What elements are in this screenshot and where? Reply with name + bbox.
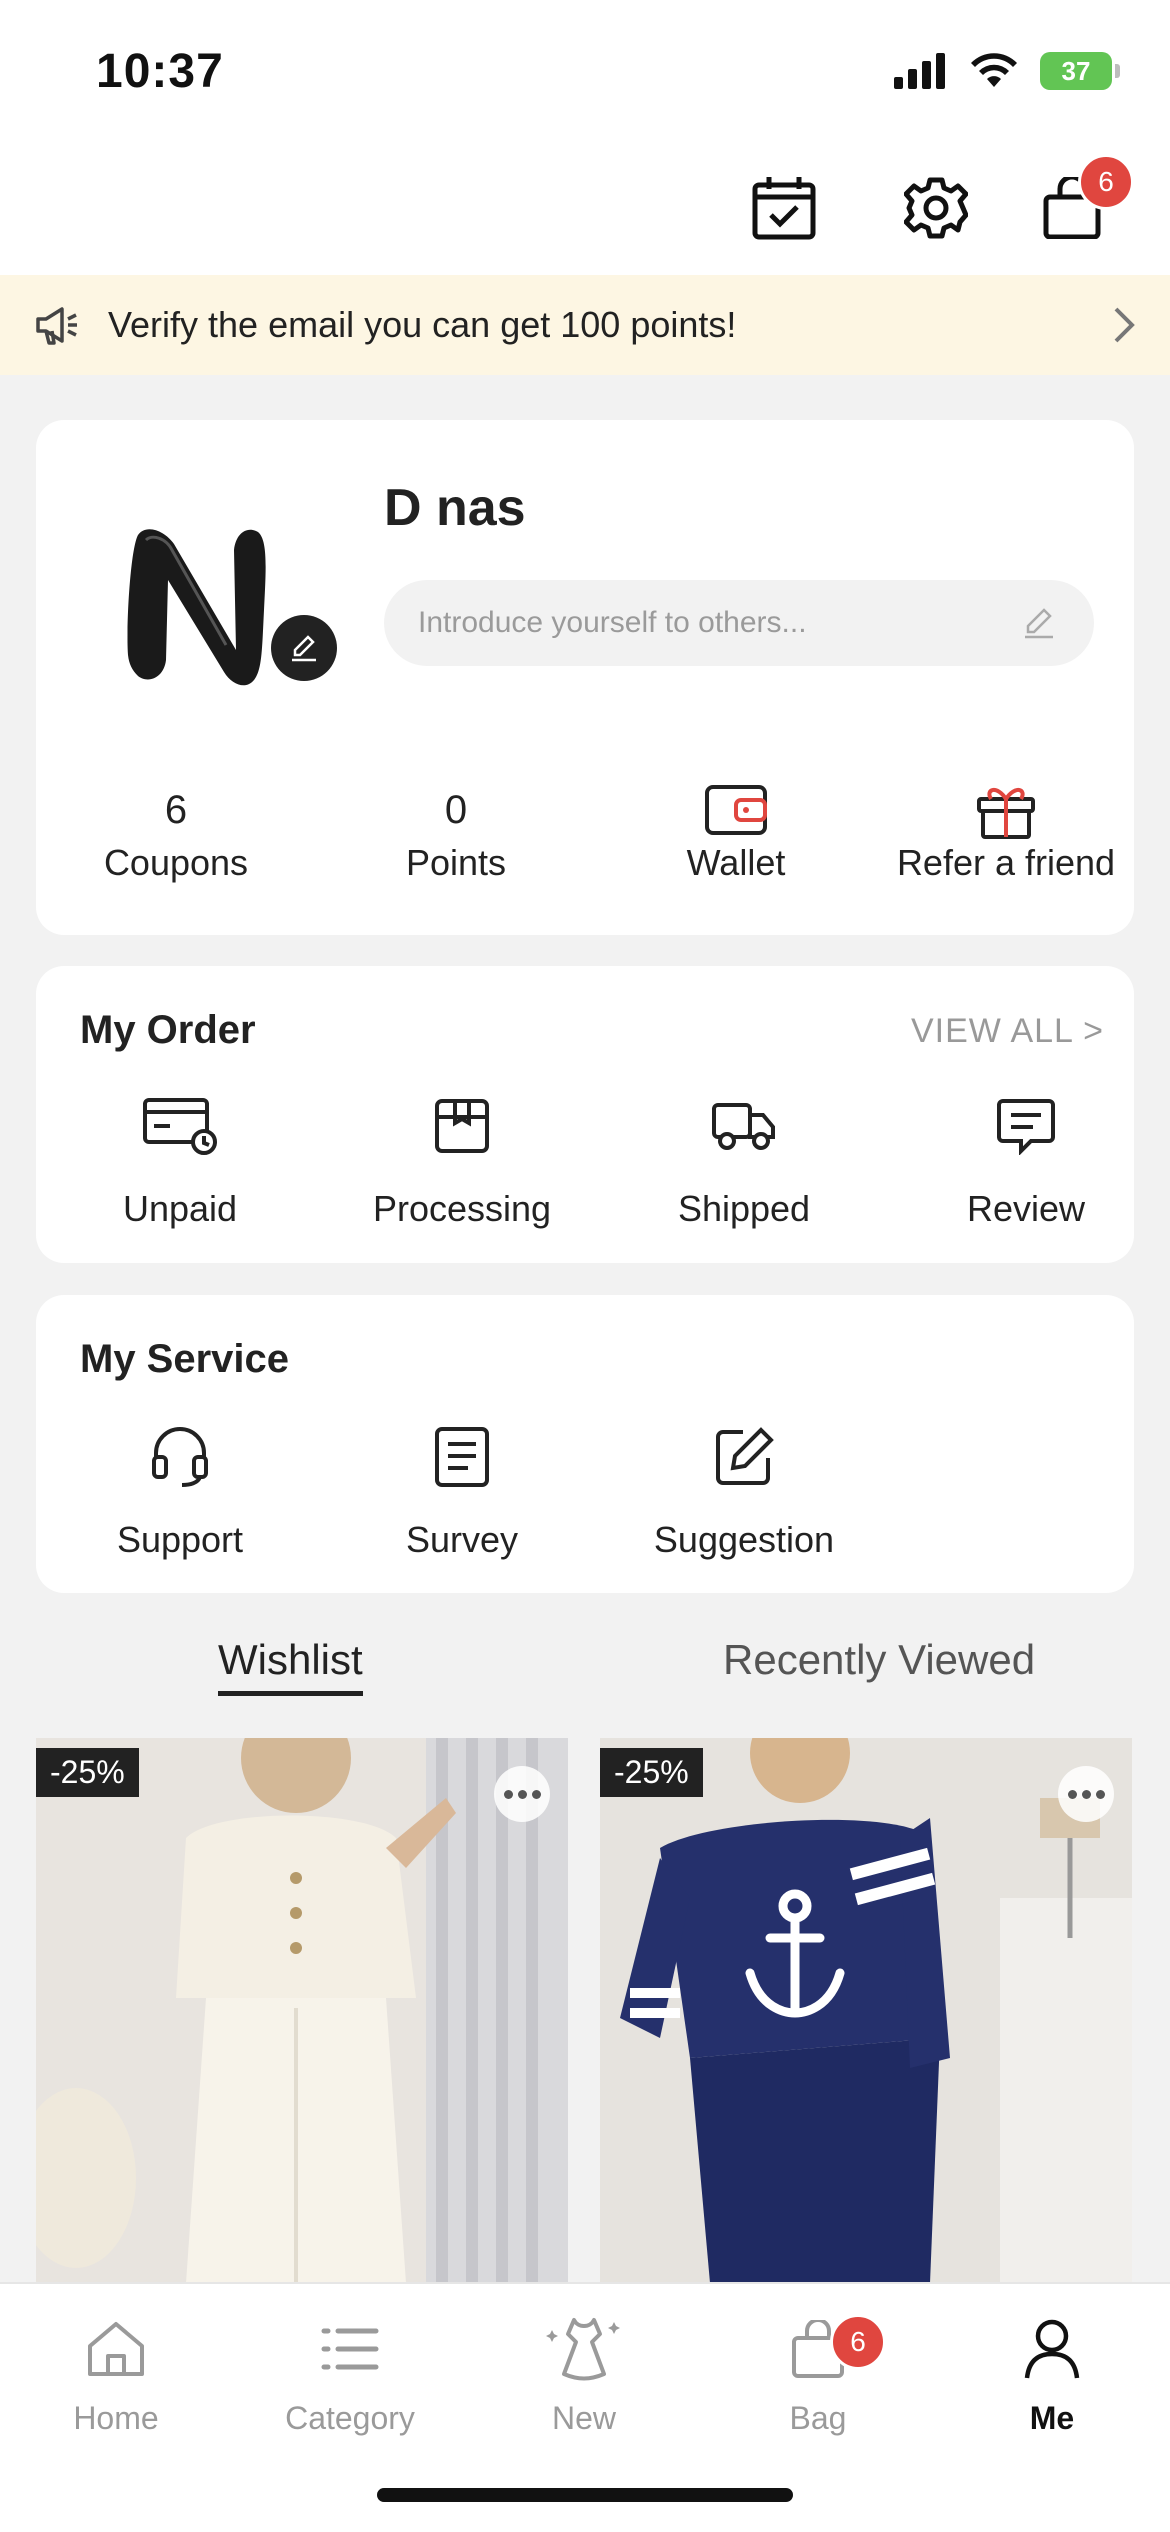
bio-edit-icon xyxy=(1025,608,1053,639)
bio-field[interactable]: Introduce yourself to others... xyxy=(384,580,1094,666)
home-indicator xyxy=(377,2488,793,2502)
discount-tag: -25% xyxy=(600,1748,703,1797)
stat-refer-friend[interactable]: Refer a friend xyxy=(886,780,1126,884)
dress-sparkle-icon xyxy=(546,2318,620,2381)
review-label: Review xyxy=(966,1188,1086,1229)
checkin-calendar-button[interactable] xyxy=(744,168,824,248)
my-order-card: My Order VIEW ALL > Unpaid Processing Sh… xyxy=(36,966,1134,1263)
nav-home-label: Home xyxy=(73,2400,159,2436)
wallet-label: Wallet xyxy=(686,842,786,883)
gift-icon xyxy=(977,788,1035,839)
profile-card: D nas Introduce yourself to others... 6 … xyxy=(36,420,1134,935)
more-options-button[interactable] xyxy=(494,1766,550,1822)
battery-level: 37 xyxy=(1061,55,1091,86)
service-survey[interactable]: Survey xyxy=(332,1417,592,1561)
order-review[interactable]: Review xyxy=(896,1086,1156,1230)
processing-label: Processing xyxy=(372,1188,552,1229)
verify-email-banner[interactable]: Verify the email you can get 100 points! xyxy=(0,275,1170,375)
points-label: Points xyxy=(405,842,507,883)
nav-bag[interactable]: Bag 6 xyxy=(718,2304,918,2437)
order-processing[interactable]: Processing xyxy=(332,1086,592,1230)
nav-bag-label: Bag xyxy=(789,2400,847,2436)
truck-icon xyxy=(712,1103,775,1150)
chevron-right-icon xyxy=(1114,307,1135,343)
comment-icon xyxy=(997,1099,1055,1155)
status-time: 10:37 xyxy=(96,45,224,98)
username: D nas xyxy=(384,479,526,537)
discount-tag: -25% xyxy=(36,1748,139,1797)
home-icon xyxy=(88,2322,144,2376)
view-all-orders-link[interactable]: VIEW ALL > xyxy=(911,1012,1104,1051)
nav-home[interactable]: Home xyxy=(16,2304,216,2437)
my-service-title: My Service xyxy=(80,1337,290,1381)
product-image-navy-anchor-outfit xyxy=(600,1738,1132,2283)
nav-category[interactable]: Category xyxy=(250,2304,450,2437)
wifi-icon xyxy=(971,53,1017,87)
banner-message: Verify the email you can get 100 points! xyxy=(108,304,737,345)
my-order-title: My Order xyxy=(80,1008,256,1052)
wishlist-product-1[interactable]: -25% xyxy=(36,1738,568,2283)
edit-icon xyxy=(716,1427,774,1485)
nav-bag-badge: 6 xyxy=(830,2314,886,2370)
unpaid-label: Unpaid xyxy=(122,1188,238,1229)
status-icons: 37 xyxy=(894,52,1120,90)
card-clock-icon xyxy=(143,1098,217,1155)
service-support[interactable]: Support xyxy=(50,1417,310,1561)
coupons-label: Coupons xyxy=(103,842,249,883)
shopping-bag-button[interactable]: 6 xyxy=(1032,154,1134,248)
survey-label: Survey xyxy=(405,1519,519,1560)
box-icon xyxy=(435,1099,489,1153)
gear-icon xyxy=(904,177,968,239)
signal-icon xyxy=(894,53,945,89)
shipped-label: Shipped xyxy=(677,1188,811,1229)
bag-count-badge: 6 xyxy=(1078,154,1134,210)
megaphone-icon xyxy=(36,307,77,345)
pencil-icon xyxy=(292,635,316,662)
suggestion-label: Suggestion xyxy=(653,1519,835,1560)
support-label: Support xyxy=(116,1519,244,1560)
points-count: 0 xyxy=(444,788,468,832)
stat-coupons[interactable]: 6 Coupons xyxy=(56,780,296,884)
tab-wishlist[interactable]: Wishlist xyxy=(218,1636,363,1696)
person-icon xyxy=(1024,2319,1080,2379)
nav-category-label: Category xyxy=(285,2400,415,2436)
calendar-check-icon xyxy=(752,177,816,240)
my-service-card: My Service Support Survey Suggestion xyxy=(36,1295,1134,1593)
list-icon xyxy=(321,2328,379,2370)
avatar-n-logo xyxy=(127,529,266,686)
refer-friend-label: Refer a friend xyxy=(896,842,1116,883)
headset-icon xyxy=(152,1427,208,1487)
stat-points[interactable]: 0 Points xyxy=(336,780,576,884)
product-image-white-outfit xyxy=(36,1738,568,2283)
wishlist-product-2[interactable]: -25% xyxy=(600,1738,1132,2283)
bio-placeholder: Introduce yourself to others... xyxy=(418,606,807,639)
service-suggestion[interactable]: Suggestion xyxy=(614,1417,874,1561)
coupons-count: 6 xyxy=(164,788,188,832)
wallet-icon xyxy=(705,785,767,835)
nav-new[interactable]: New xyxy=(484,2304,684,2437)
top-bar: 6 xyxy=(0,140,1170,275)
avatar-edit-button[interactable] xyxy=(271,615,337,681)
order-shipped[interactable]: Shipped xyxy=(614,1086,874,1230)
tab-recently-viewed[interactable]: Recently Viewed xyxy=(723,1636,1035,1684)
nav-new-label: New xyxy=(551,2400,616,2436)
settings-button[interactable] xyxy=(896,168,976,248)
nav-me[interactable]: Me xyxy=(952,2304,1152,2437)
document-icon xyxy=(435,1427,489,1487)
battery-indicator: 37 xyxy=(1040,52,1120,90)
status-bar: 10:37 37 xyxy=(0,0,1170,140)
avatar[interactable] xyxy=(86,480,326,720)
nav-me-label: Me xyxy=(1029,2400,1075,2436)
stat-wallet[interactable]: Wallet xyxy=(616,780,856,884)
more-options-button[interactable] xyxy=(1058,1766,1114,1822)
order-unpaid[interactable]: Unpaid xyxy=(50,1086,310,1230)
